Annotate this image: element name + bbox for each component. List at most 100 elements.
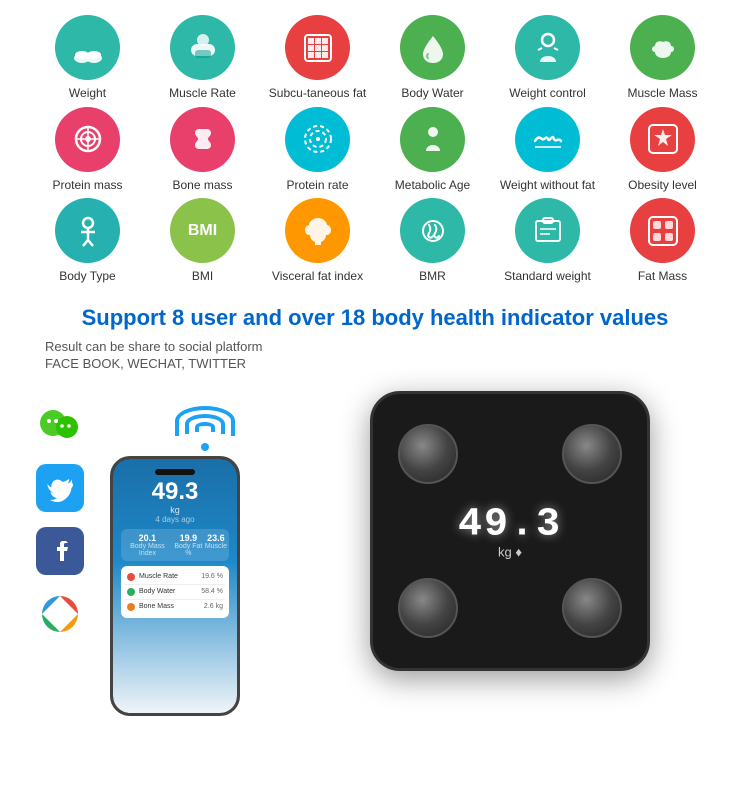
weight-control-label: Weight control (509, 86, 585, 102)
share-text: Result can be share to social platform (35, 339, 715, 354)
scale-pad-top-left (398, 424, 458, 484)
standard-weight-icon-circle (515, 198, 580, 263)
metabolic-age-label: Metabolic Age (395, 178, 470, 194)
icon-item-subcu-fat: Subcu-taneous fat (268, 15, 368, 102)
icon-item-weight: Weight (38, 15, 138, 102)
icon-item-bmr: BMR (383, 198, 483, 285)
phone-screen: 49.3 kg 4 days ago 20.1 Body Mass Index … (113, 459, 237, 713)
phone-list-item-1: Body Water 58.4 % (125, 585, 225, 600)
bmi-icon-circle: BMI (170, 198, 235, 263)
muscle-mass-label: Muscle Mass (627, 86, 697, 102)
scale-center-display: 49.3 kg ♦ (458, 502, 562, 559)
icon-item-body-type: Body Type (38, 198, 138, 285)
bmi-text: BMI (188, 222, 217, 240)
phone-weight-value: 49.3 (121, 480, 229, 504)
icon-item-standard-weight: Standard weight (498, 198, 598, 285)
muscle-rate-icon-circle (170, 15, 235, 80)
phone-stat-bmi-label: Body Mass Index (123, 543, 172, 557)
icon-item-bone-mass: Bone mass (153, 107, 253, 194)
protein-mass-icon-circle (55, 107, 120, 172)
page: Weight Muscle Rate (0, 0, 750, 731)
share-platforms: FACE BOOK, WECHAT, TWITTER (35, 356, 715, 371)
phone-list-name-0: Muscle Rate (139, 573, 201, 580)
body-water-icon (415, 30, 451, 66)
muscle-mass-icon-circle (630, 15, 695, 80)
wechat-social-icon[interactable] (36, 401, 84, 449)
fat-mass-icon (645, 213, 681, 249)
icon-row-2: Protein mass Bone mass (30, 107, 720, 194)
icon-item-obesity-level: Obesity level (613, 107, 713, 194)
phone-list-item-0: Muscle Rate 19.6 % (125, 570, 225, 585)
bmi-label: BMI (192, 269, 213, 285)
icon-item-bmi: BMI BMI (153, 198, 253, 285)
scale-device: 49.3 kg ♦ (370, 391, 650, 671)
facebook-svg-icon (46, 537, 74, 565)
phone-list-item-2: Bone Mass 2.6 kg (125, 600, 225, 614)
subcu-fat-icon (300, 30, 336, 66)
phone-list-name-1: Body Water (139, 588, 201, 595)
wifi-area (175, 406, 235, 456)
icon-row-1: Weight Muscle Rate (30, 15, 720, 102)
icon-item-muscle-mass: Muscle Mass (613, 15, 713, 102)
obesity-level-icon (645, 121, 681, 157)
facebook-social-icon[interactable] (36, 527, 84, 575)
icon-item-body-water: Body Water (383, 15, 483, 102)
support-title: Support 8 user and over 18 body health i… (35, 305, 715, 331)
scale-pad-bottom-left (398, 578, 458, 638)
phone-stat-fat: 19.9 Body Fat % (172, 533, 205, 557)
phone-wifi-area: 49.3 kg 4 days ago 20.1 Body Mass Index … (100, 391, 290, 716)
protein-mass-icon (70, 121, 106, 157)
scale-pad-bottom-right (562, 578, 622, 638)
wechat-svg-icon (38, 403, 82, 447)
visceral-fat-label: Visceral fat index (272, 269, 363, 285)
phone-list-val-1: 58.4 % (201, 588, 223, 595)
protein-mass-label: Protein mass (52, 178, 122, 194)
bone-mass-label: Bone mass (172, 178, 232, 194)
phone-list-val-0: 19.6 % (201, 573, 223, 580)
metabolic-age-icon-circle (400, 107, 465, 172)
support-section: Support 8 user and over 18 body health i… (20, 295, 730, 386)
icons-section: Weight Muscle Rate (20, 10, 730, 295)
wifi-dot (201, 443, 209, 451)
weight-icon-circle (55, 15, 120, 80)
muscle-rate-icon (185, 30, 221, 66)
phone-list-dot-2 (127, 603, 135, 611)
scale-pad-top-right (562, 424, 622, 484)
phone-notch (155, 469, 195, 475)
scale-container: 49.3 kg ♦ (300, 391, 720, 671)
phone-list-name-2: Bone Mass (139, 603, 204, 610)
icon-item-metabolic-age: Metabolic Age (383, 107, 483, 194)
body-water-label: Body Water (401, 86, 463, 102)
phone-sublabel: 4 days ago (121, 515, 229, 524)
icon-item-protein-mass: Protein mass (38, 107, 138, 194)
obesity-level-label: Obesity level (628, 178, 697, 194)
visceral-fat-icon (300, 213, 336, 249)
phone-list-dot-0 (127, 573, 135, 581)
subcu-fat-label: Subcu-taneous fat (269, 86, 366, 102)
protein-rate-icon (300, 121, 336, 157)
phone-stat-muscle: 23.6 Muscle (205, 533, 227, 557)
body-type-icon (70, 213, 106, 249)
icon-item-visceral-fat: Visceral fat index (268, 198, 368, 285)
phone-stat-fat-label: Body Fat % (172, 543, 205, 557)
wifi-icon (175, 406, 235, 451)
twitter-svg-icon (46, 474, 74, 502)
scale-weight-display: 49.3 (458, 502, 562, 547)
phone-stat-muscle-value: 23.6 (205, 533, 227, 543)
metabolic-age-icon (415, 121, 451, 157)
weight-icon (70, 30, 106, 66)
protein-rate-icon-circle (285, 107, 350, 172)
body-type-icon-circle (55, 198, 120, 263)
icon-row-3: Body Type BMI BMI Visceral fat index (30, 198, 720, 285)
weight-without-fat-icon (530, 121, 566, 157)
standard-weight-label: Standard weight (504, 269, 591, 285)
color-wheel-social-icon[interactable] (36, 590, 84, 638)
obesity-level-icon-circle (630, 107, 695, 172)
twitter-social-icon[interactable] (36, 464, 84, 512)
protein-rate-label: Protein rate (286, 178, 348, 194)
phone-list-val-2: 2.6 kg (204, 603, 223, 610)
social-icons (30, 391, 90, 638)
visceral-fat-icon-circle (285, 198, 350, 263)
weight-without-fat-label: Weight without fat (500, 178, 595, 194)
phone-mockup: 49.3 kg 4 days ago 20.1 Body Mass Index … (110, 456, 240, 716)
